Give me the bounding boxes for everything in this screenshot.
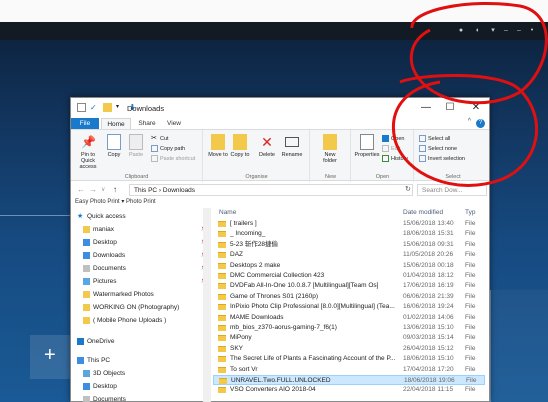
red-annotation xyxy=(392,2,548,187)
annotation-circle-top xyxy=(409,2,548,105)
annotation-circle-bottom xyxy=(392,74,539,187)
